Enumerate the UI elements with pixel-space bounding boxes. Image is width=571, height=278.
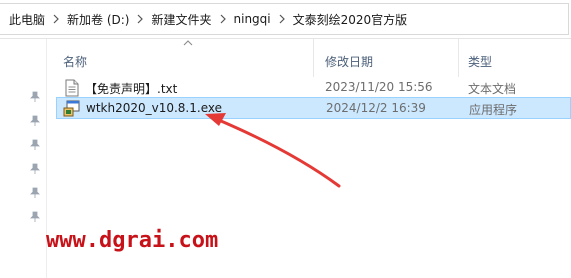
- pin-icon[interactable]: [29, 115, 41, 127]
- chevron-right-icon[interactable]: [48, 11, 64, 27]
- watermark-text: www.dgrai.com: [46, 228, 219, 253]
- chevron-right-icon[interactable]: [215, 11, 231, 27]
- file-row[interactable]: 【免责声明】.txt 2023/11/20 15:56 文本文档: [56, 77, 571, 99]
- chevron-right-icon[interactable]: [274, 11, 290, 27]
- column-divider[interactable]: [458, 39, 459, 77]
- breadcrumb-current-folder[interactable]: 文泰刻绘2020官方版: [290, 11, 411, 28]
- breadcrumb-new-folder[interactable]: 新建文件夹: [148, 11, 214, 28]
- installer-exe-icon: [63, 100, 80, 117]
- breadcrumb: 此电脑 新加卷 (D:) 新建文件夹 ningqi 文泰刻绘2020官方版: [6, 9, 410, 29]
- file-row-selected[interactable]: wtkh2020_v10.8.1.exe 2024/12/2 16:39 应用程…: [56, 97, 571, 119]
- address-bar: 此电脑 新加卷 (D:) 新建文件夹 ningqi 文泰刻绘2020官方版: [0, 0, 571, 39]
- file-name: 【免责声明】.txt: [85, 82, 178, 96]
- column-divider[interactable]: [313, 39, 314, 77]
- sort-ascending-icon: [183, 40, 193, 46]
- column-header: 名称 修改日期 类型: [47, 39, 571, 77]
- breadcrumb-drive-d[interactable]: 新加卷 (D:): [64, 11, 132, 28]
- navigation-pane: [0, 39, 47, 278]
- column-modified[interactable]: 修改日期: [325, 53, 373, 70]
- pin-icon[interactable]: [29, 163, 41, 175]
- breadcrumb-ningqi[interactable]: ningqi: [231, 12, 274, 26]
- file-type: 应用程序: [469, 103, 518, 117]
- pin-icon[interactable]: [29, 139, 41, 151]
- column-name[interactable]: 名称: [63, 53, 87, 70]
- pin-icon[interactable]: [29, 91, 41, 103]
- file-modified: 2024/12/2 16:39: [326, 101, 426, 115]
- file-modified: 2023/11/20 15:56: [325, 80, 433, 94]
- pin-icon[interactable]: [29, 187, 41, 199]
- pin-icon[interactable]: [29, 211, 41, 223]
- file-name: wtkh2020_v10.8.1.exe: [86, 101, 222, 115]
- breadcrumb-this-pc[interactable]: 此电脑: [6, 11, 48, 28]
- text-file-icon: [65, 79, 79, 97]
- column-type[interactable]: 类型: [468, 53, 492, 70]
- file-type: 文本文档: [468, 82, 517, 96]
- chevron-right-icon[interactable]: [132, 11, 148, 27]
